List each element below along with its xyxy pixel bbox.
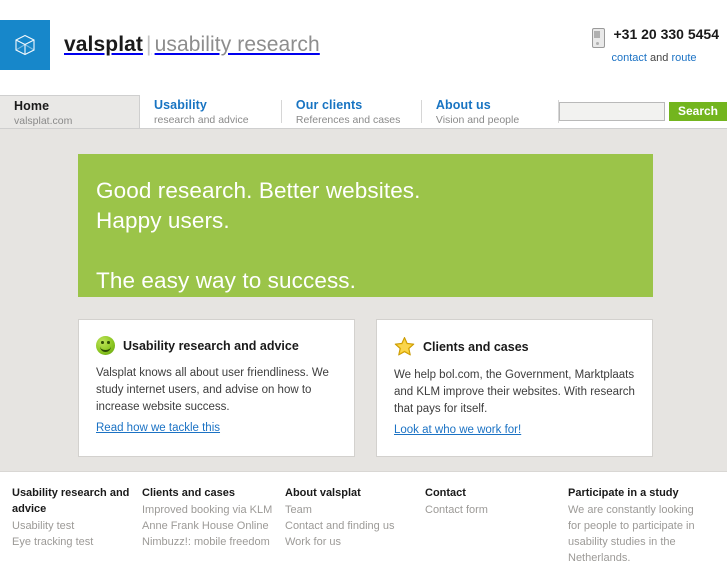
smiley-icon	[96, 336, 115, 355]
hero-line-3: The easy way to success.	[96, 268, 357, 293]
hero-banner: Good research. Better websites. Happy us…	[78, 154, 653, 297]
card-usability-research: Usability research and advice Valsplat k…	[78, 319, 355, 457]
logo-brand: valsplat	[64, 33, 144, 56]
main-navigation: Home valsplat.com Usability research and…	[0, 95, 727, 129]
hero-line-2: Happy users.	[96, 208, 230, 233]
nav-item-home[interactable]: Home valsplat.com	[0, 95, 140, 128]
site-logo[interactable]: valsplat | usability research	[0, 20, 320, 70]
contact-link[interactable]: contact	[612, 52, 647, 64]
card-header: Usability research and advice	[96, 336, 337, 355]
route-link[interactable]: route	[671, 52, 696, 64]
footer-link[interactable]: Anne Frank House Online	[142, 518, 273, 534]
footer-link[interactable]: Work for us	[285, 534, 413, 550]
nav-item-about-us[interactable]: About us Vision and people	[422, 95, 558, 128]
nav-item-usability-title: Usability	[153, 98, 207, 112]
nav-item-home-title: Home	[14, 99, 50, 113]
logo-wordmark: valsplat | usability research	[64, 33, 320, 57]
main-content: Good research. Better websites. Happy us…	[0, 129, 727, 471]
footer-link[interactable]: Improved booking via KLM	[142, 502, 273, 518]
card-clients-and-cases-body: We help bol.com, the Government, Marktpl…	[394, 369, 635, 415]
card-usability-research-title: Usability research and advice	[123, 338, 299, 353]
footer-link[interactable]: Eye tracking test	[12, 534, 130, 550]
logo-tagline: usability research	[154, 33, 320, 56]
contact-link-conjunction: and	[646, 52, 672, 64]
footer-column-contact: Contact Contact form	[425, 485, 568, 543]
footer-heading-usability: Usability research and advice	[12, 487, 130, 515]
footer-link[interactable]: Contact form	[425, 502, 556, 518]
card-header: Clients and cases	[394, 336, 635, 357]
nav-item-usability-subtitle: research and advice	[153, 113, 249, 126]
nav-item-usability[interactable]: Usability research and advice	[140, 95, 281, 128]
search-button[interactable]: Search	[668, 102, 727, 121]
feature-cards: Usability research and advice Valsplat k…	[78, 319, 653, 457]
logo-separator: |	[146, 33, 152, 56]
cube-icon	[0, 20, 50, 70]
header-contact-block: +31 20 330 5454 contact and route	[591, 26, 720, 64]
hero-line-1: Good research. Better websites.	[96, 178, 421, 203]
nav-item-our-clients[interactable]: Our clients References and cases	[282, 95, 421, 128]
footer-heading-contact: Contact	[425, 487, 466, 499]
footer-column-participate: Participate in a study We are constantly…	[568, 485, 715, 564]
footer-column-clients: Clients and cases Improved booking via K…	[142, 485, 285, 548]
nav-item-about-us-title: About us	[435, 98, 491, 112]
card-usability-research-link[interactable]: Read how we tackle this	[96, 422, 220, 434]
site-footer: Usability research and advice Usability …	[0, 471, 727, 564]
search-input[interactable]	[558, 102, 665, 121]
card-usability-research-body: Valsplat knows all about user friendline…	[96, 367, 329, 413]
footer-link[interactable]: Usability test	[12, 518, 130, 534]
card-clients-and-cases-title: Clients and cases	[423, 339, 529, 354]
footer-participate-text: We are constantly looking for people to …	[568, 504, 695, 564]
footer-column-usability: Usability research and advice Usability …	[0, 485, 142, 548]
contact-links: contact and route	[612, 52, 720, 64]
nav-item-home-subtitle: valsplat.com	[14, 114, 73, 127]
nav-item-about-us-subtitle: Vision and people	[435, 113, 520, 126]
footer-link[interactable]: Team	[285, 502, 413, 518]
star-icon	[394, 336, 415, 357]
footer-link[interactable]: Nimbuzz!: mobile freedom	[142, 534, 273, 550]
phone-number: +31 20 330 5454	[613, 26, 720, 42]
search-area: Search	[558, 95, 727, 128]
nav-item-our-clients-subtitle: References and cases	[295, 113, 401, 126]
phone-row: +31 20 330 5454	[591, 26, 720, 48]
footer-heading-participate: Participate in a study	[568, 487, 679, 499]
card-clients-and-cases-link[interactable]: Look at who we work for!	[394, 424, 521, 436]
footer-heading-clients: Clients and cases	[142, 487, 235, 499]
footer-column-about: About valsplat Team Contact and finding …	[285, 485, 425, 548]
site-header: valsplat | usability research +31 20 330 5…	[0, 0, 727, 95]
footer-heading-about: About valsplat	[285, 487, 361, 499]
card-clients-and-cases: Clients and cases We help bol.com, the G…	[376, 319, 653, 457]
nav-item-our-clients-title: Our clients	[295, 98, 363, 112]
phone-icon	[591, 28, 605, 48]
footer-link[interactable]: Contact and finding us	[285, 518, 413, 534]
